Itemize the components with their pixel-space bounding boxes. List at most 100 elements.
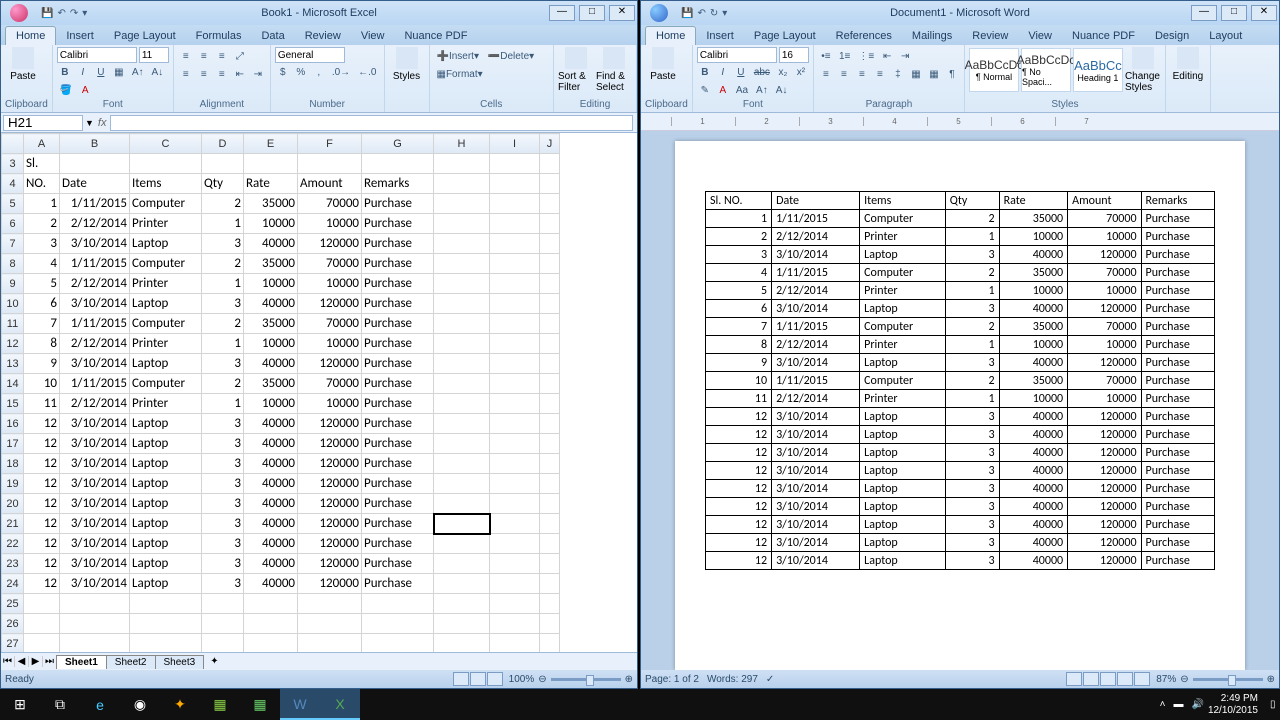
redo-icon[interactable]: ↻	[710, 8, 718, 19]
align-center-button[interactable]: ≡	[196, 65, 212, 83]
minimize-button[interactable]: —	[549, 5, 575, 21]
maximize-button[interactable]: □	[1221, 5, 1247, 21]
tray-expand-icon[interactable]: ˄	[1156, 699, 1170, 710]
decrease-indent-button[interactable]: ⇤	[232, 65, 248, 83]
row-header[interactable]: 23	[2, 554, 24, 574]
row-header[interactable]: 5	[2, 194, 24, 214]
page-status[interactable]: Page: 1 of 2	[645, 674, 699, 685]
zoom-in-button[interactable]: ⊕	[625, 674, 633, 685]
close-button[interactable]: ✕	[609, 5, 635, 21]
find-select-button[interactable]: Find & Select	[596, 47, 632, 93]
row-header[interactable]: 24	[2, 574, 24, 594]
undo-icon[interactable]: ↶	[57, 8, 65, 19]
font-name-combo[interactable]	[697, 47, 777, 63]
paste-button[interactable]: Paste	[645, 47, 681, 82]
column-header-B[interactable]: B	[60, 134, 130, 154]
row-header[interactable]: 19	[2, 474, 24, 494]
undo-icon[interactable]: ↶	[697, 8, 705, 19]
formula-input[interactable]	[110, 115, 633, 131]
normal-view-button[interactable]	[453, 672, 469, 686]
sheet-tab-sheet2[interactable]: Sheet2	[106, 655, 156, 669]
align-bottom-button[interactable]: ≡	[214, 47, 230, 65]
increase-decimal-button[interactable]: .0→	[329, 63, 353, 81]
tab-design[interactable]: Design	[1145, 27, 1199, 45]
name-box[interactable]	[3, 115, 83, 131]
increase-indent-button[interactable]: ⇥	[897, 47, 913, 65]
editing-button[interactable]: Editing	[1170, 47, 1206, 82]
volume-icon[interactable]: 🔊	[1187, 699, 1207, 710]
row-header[interactable]: 14	[2, 374, 24, 394]
align-left-button[interactable]: ≡	[178, 65, 194, 83]
close-button[interactable]: ✕	[1251, 5, 1277, 21]
word-taskbar-icon[interactable]: W	[280, 689, 320, 720]
zoom-level[interactable]: 87%	[1156, 674, 1176, 685]
draft-view-button[interactable]	[1134, 672, 1150, 686]
shading-button[interactable]: ▦	[908, 65, 924, 83]
column-header-G[interactable]: G	[362, 134, 434, 154]
paste-button[interactable]: Paste	[5, 47, 41, 82]
page-break-view-button[interactable]	[487, 672, 503, 686]
column-header-H[interactable]: H	[434, 134, 490, 154]
full-screen-view-button[interactable]	[1083, 672, 1099, 686]
highlight-button[interactable]: ✎	[697, 81, 713, 99]
column-header-C[interactable]: C	[130, 134, 202, 154]
font-color-button[interactable]: A	[77, 81, 93, 99]
tab-nuance-pdf[interactable]: Nuance PDF	[394, 27, 477, 45]
format-cells-button[interactable]: ▦ Format ▾	[434, 65, 486, 83]
zoom-out-button[interactable]: ⊖	[1180, 674, 1188, 685]
show-marks-button[interactable]: ¶	[944, 65, 960, 83]
column-header-F[interactable]: F	[298, 134, 362, 154]
maximize-button[interactable]: □	[579, 5, 605, 21]
sheet-nav-last-icon[interactable]: ⏭	[43, 656, 57, 667]
tab-page-layout[interactable]: Page Layout	[104, 27, 186, 45]
sort-filter-button[interactable]: Sort & Filter	[558, 47, 594, 93]
font-size-combo[interactable]	[139, 47, 169, 63]
borders-button[interactable]: ▦	[926, 65, 942, 83]
multilevel-button[interactable]: ⋮≡	[855, 47, 877, 65]
row-header[interactable]: 20	[2, 494, 24, 514]
page-layout-view-button[interactable]	[470, 672, 486, 686]
document-area[interactable]: Sl. NO.DateItemsQtyRateAmountRemarks11/1…	[641, 131, 1279, 670]
word-table[interactable]: Sl. NO.DateItemsQtyRateAmountRemarks11/1…	[705, 191, 1215, 570]
style-heading1[interactable]: AaBbCcHeading 1	[1073, 48, 1123, 92]
row-header[interactable]: 25	[2, 594, 24, 614]
row-header[interactable]: 10	[2, 294, 24, 314]
insert-cells-button[interactable]: ➕ Insert ▾	[434, 47, 483, 65]
style-no-spacing[interactable]: AaBbCcDc¶ No Spaci...	[1021, 48, 1071, 92]
row-header[interactable]: 12	[2, 334, 24, 354]
row-header[interactable]: 11	[2, 314, 24, 334]
column-header-J[interactable]: J	[540, 134, 560, 154]
print-layout-view-button[interactable]	[1066, 672, 1082, 686]
percent-button[interactable]: %	[293, 63, 309, 81]
app-icon[interactable]: ▦	[200, 689, 240, 720]
tab-home[interactable]: Home	[645, 26, 696, 45]
numbering-button[interactable]: 1≡	[836, 47, 853, 65]
decrease-indent-button[interactable]: ⇤	[879, 47, 895, 65]
office-button[interactable]	[641, 2, 677, 24]
align-center-button[interactable]: ≡	[836, 65, 852, 83]
column-header-E[interactable]: E	[244, 134, 298, 154]
clear-formatting-button[interactable]: Aa	[733, 81, 751, 99]
row-header[interactable]: 16	[2, 414, 24, 434]
sheet-nav-next-icon[interactable]: ▶	[29, 656, 43, 667]
row-header[interactable]: 13	[2, 354, 24, 374]
align-middle-button[interactable]: ≡	[196, 47, 212, 65]
qat-customize-icon[interactable]: ▾	[82, 8, 87, 19]
tab-review[interactable]: Review	[295, 27, 351, 45]
column-header-I[interactable]: I	[490, 134, 540, 154]
words-status[interactable]: Words: 297	[699, 674, 766, 685]
tab-formulas[interactable]: Formulas	[186, 27, 252, 45]
zoom-out-button[interactable]: ⊖	[538, 674, 546, 685]
row-header[interactable]: 3	[2, 154, 24, 174]
sheet-tab-sheet3[interactable]: Sheet3	[155, 655, 205, 669]
style-normal[interactable]: AaBbCcDc¶ Normal	[969, 48, 1019, 92]
currency-button[interactable]: $	[275, 63, 291, 81]
network-icon[interactable]: ▬	[1169, 699, 1187, 710]
tab-view[interactable]: View	[1018, 27, 1062, 45]
tab-home[interactable]: Home	[5, 26, 56, 45]
select-all-cell[interactable]	[2, 134, 24, 154]
align-top-button[interactable]: ≡	[178, 47, 194, 65]
proofing-icon[interactable]: ✓	[766, 674, 774, 685]
font-size-combo[interactable]	[779, 47, 809, 63]
new-sheet-icon[interactable]: ✦	[204, 656, 224, 667]
